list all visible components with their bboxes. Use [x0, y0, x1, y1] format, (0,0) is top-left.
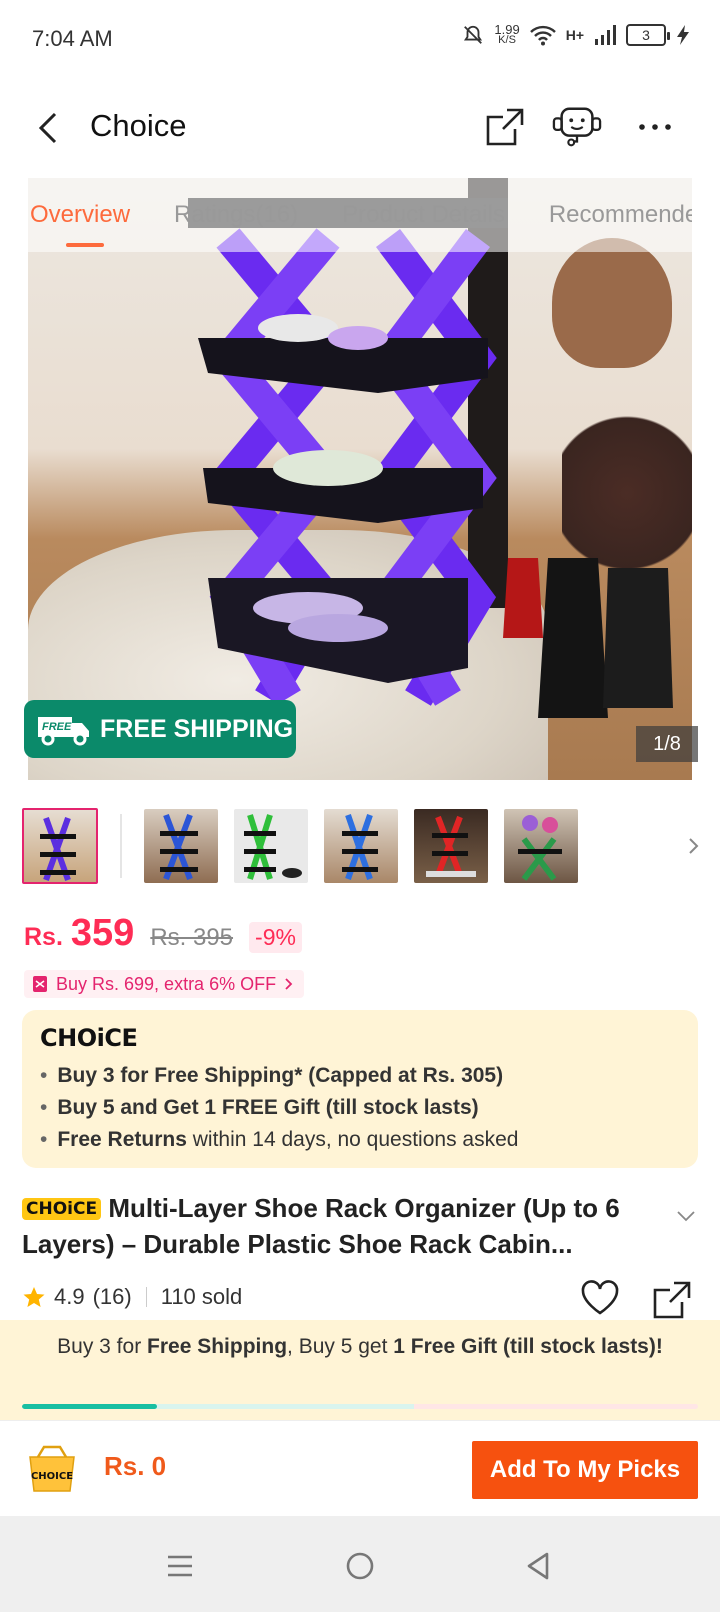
thumbnail-rack — [160, 813, 198, 881]
choice-benefits[interactable]: CHOiCE • Buy 3 for Free Shipping* (Capped… — [22, 1010, 698, 1168]
price-current: 359 — [70, 912, 135, 954]
free-shipping-label: FREE SHIPPING — [100, 714, 294, 743]
thumbnail-4[interactable] — [324, 809, 398, 883]
tab-product-details[interactable]: Product Details — [342, 201, 505, 229]
section-tabs: Overview Ratings(16) Product Details Rec… — [28, 178, 692, 252]
cart-label: CHOICE — [31, 1471, 73, 1482]
chevron-right-icon — [689, 838, 699, 854]
price-row: Rs. 359 Rs. 395 -9% — [24, 912, 302, 955]
thumbnail-2[interactable] — [144, 809, 218, 883]
thumbnail-rack — [244, 814, 302, 880]
support-agent-icon — [552, 107, 602, 147]
thumbnail-strip — [22, 806, 712, 886]
cart-total: Rs. 0 — [104, 1451, 167, 1481]
choice-benefit-list: • Buy 3 for Free Shipping* (Capped at Rs.… — [40, 1060, 680, 1156]
menu-lines-icon — [168, 1555, 192, 1577]
battery-indicator: 3 — [626, 24, 670, 46]
progress-fill — [22, 1404, 158, 1409]
charging-icon — [677, 25, 689, 45]
heart-icon[interactable] — [580, 1280, 620, 1316]
tab-overview[interactable]: Overview — [30, 201, 130, 247]
thumbnail-3[interactable] — [234, 809, 308, 883]
home-button[interactable] — [340, 1546, 380, 1586]
bottom-action-bar: CHOICE Rs. 0 Add To My Picks — [0, 1420, 720, 1516]
top-nav: Choice — [0, 80, 720, 176]
add-to-picks-button[interactable]: Add To My Picks — [472, 1441, 698, 1499]
back-triangle-icon — [527, 1552, 549, 1580]
price-original: Rs. 395 — [150, 924, 234, 951]
network-type: H+ — [565, 27, 584, 43]
wifi-icon — [529, 25, 556, 46]
chevron-right-icon — [285, 978, 293, 990]
chevron-down-icon[interactable] — [676, 1210, 696, 1222]
status-bar: 7:04 AM 1.99 K/S H+ 3 — [0, 0, 720, 80]
more-options-button[interactable] — [630, 102, 680, 152]
mute-bell-icon — [464, 25, 483, 44]
thumbnail-rack — [342, 814, 378, 880]
customer-service-button[interactable] — [552, 102, 602, 152]
review-count: (16) — [92, 1284, 132, 1309]
system-back-button[interactable] — [518, 1546, 558, 1586]
promo-progress-bar — [22, 1404, 698, 1409]
system-nav-bar — [0, 1516, 720, 1612]
choice-logo: CHOiCE — [40, 1024, 138, 1052]
signal-icon — [595, 25, 616, 45]
coupon-text: Buy Rs. 699, extra 6% OFF — [56, 973, 277, 994]
thumbnail-5[interactable] — [414, 809, 488, 883]
product-image-gallery[interactable]: Overview Ratings(16) Product Details Rec… — [28, 178, 692, 780]
star-icon — [23, 1287, 45, 1307]
free-icon-text: FREE — [42, 721, 72, 733]
page-title: Choice — [90, 108, 187, 143]
image-counter: 1/8 — [636, 726, 698, 762]
more-dots-icon — [639, 124, 671, 130]
shoe-rack-illustration — [188, 198, 673, 718]
promo-banner: Buy 3 for Free Shipping, Buy 5 get 1 Fre… — [0, 1320, 720, 1420]
price-currency: Rs. — [24, 923, 63, 951]
thumbnail-next-button[interactable] — [682, 834, 706, 858]
sold-count: 110 sold — [160, 1284, 243, 1309]
tab-recommended[interactable]: Recommended — [549, 201, 692, 229]
share-icon — [486, 108, 524, 146]
discount-badge: -9% — [249, 922, 302, 953]
status-icons: 1.99 K/S H+ 3 — [462, 22, 690, 46]
thumbnail-rack — [426, 815, 476, 877]
coupon-banner[interactable]: Buy Rs. 699, extra 6% OFF — [24, 970, 305, 998]
rating-value: 4.9 — [54, 1284, 85, 1309]
divider — [145, 1287, 147, 1307]
choice-cart-icon[interactable]: CHOICE — [24, 1443, 80, 1495]
thumbnail-divider — [120, 814, 122, 878]
share-icon[interactable] — [652, 1280, 692, 1320]
product-title-text: Multi-Layer Shoe Rack Organizer (Up to 6… — [22, 1193, 620, 1259]
net-speed: 1.99 K/S — [494, 22, 520, 46]
thumbnail-1[interactable] — [22, 808, 98, 884]
thumbnail-rack — [518, 815, 562, 881]
thumbnail-6[interactable] — [504, 809, 578, 883]
promo-text: Buy 3 for Free Shipping, Buy 5 get 1 Fre… — [57, 1335, 663, 1358]
status-time: 7:04 AM — [32, 26, 113, 51]
chevron-left-icon — [38, 112, 57, 144]
benefit-item: • Free Returns within 14 days, no questio… — [40, 1128, 519, 1151]
benefit-item: • Buy 5 and Get 1 FREE Gift (till stock l… — [40, 1096, 479, 1119]
home-circle-icon — [346, 1552, 374, 1580]
product-title[interactable]: CHOiCE Multi-Layer Shoe Rack Organizer (… — [22, 1190, 674, 1262]
delivery-truck-icon: FREE — [38, 717, 89, 746]
rating-row[interactable]: 4.9 (16) 110 sold — [22, 1284, 242, 1310]
back-button[interactable] — [28, 106, 68, 150]
benefit-item: • Buy 3 for Free Shipping* (Capped at Rs.… — [40, 1064, 504, 1087]
coupon-icon — [33, 976, 47, 992]
choice-badge: CHOiCE — [22, 1198, 102, 1220]
thumbnail-rack — [40, 816, 76, 882]
free-shipping-badge: FREE FREE SHIPPING — [24, 700, 296, 758]
share-button[interactable] — [480, 102, 530, 152]
recent-apps-button[interactable] — [160, 1546, 200, 1586]
tab-ratings[interactable]: Ratings(16) — [174, 201, 298, 229]
